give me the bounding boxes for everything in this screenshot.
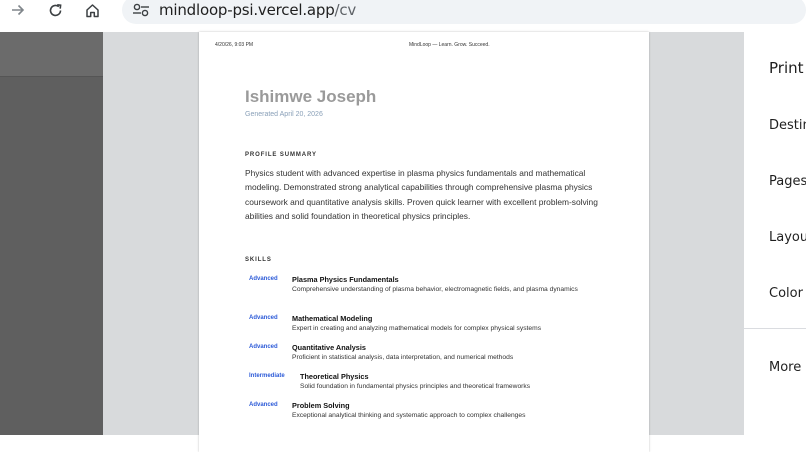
cv-generated-date: Generated April 20, 2026 bbox=[245, 111, 323, 118]
skill-description: Proficient in statistical analysis, data… bbox=[292, 354, 514, 361]
destination-label: Destin bbox=[769, 118, 806, 133]
skill-name: Problem Solving bbox=[292, 401, 350, 410]
arrow-right-icon bbox=[12, 4, 25, 16]
page-timestamp: 4/20/26, 9:03 PM bbox=[215, 42, 254, 48]
reload-icon bbox=[49, 3, 61, 16]
home-button[interactable] bbox=[82, 0, 102, 20]
profile-summary-title: PROFILE SUMMARY bbox=[245, 152, 317, 158]
url-text: mindloop-psi.vercel.app/cv bbox=[159, 1, 356, 19]
url-path: /cv bbox=[334, 1, 357, 19]
cv-name: Ishimwe Joseph bbox=[245, 87, 377, 106]
pages-label: Pages bbox=[769, 174, 806, 189]
skill-description: Expert in creating and analyzing mathema… bbox=[292, 325, 542, 332]
browser-toolbar: mindloop-psi.vercel.app/cv bbox=[0, 0, 806, 32]
skill-level: Advanced bbox=[249, 276, 278, 282]
preview-page: 4/20/26, 9:03 PM MindLoop — Learn. Grow.… bbox=[199, 32, 649, 452]
url-host: mindloop-psi.vercel.app bbox=[159, 1, 335, 19]
skill-description: Exceptional analytical thinking and syst… bbox=[292, 412, 526, 419]
skill-level: Advanced bbox=[249, 402, 278, 408]
home-icon bbox=[85, 3, 99, 17]
skill-level: Intermediate bbox=[249, 373, 285, 379]
forward-button[interactable] bbox=[8, 0, 28, 20]
skill-name: Plasma Physics Fundamentals bbox=[292, 275, 399, 284]
skill-level: Advanced bbox=[249, 344, 278, 350]
layout-label: Layou bbox=[769, 230, 806, 245]
print-title: Print bbox=[769, 59, 804, 77]
skill-item: Advanced Plasma Physics Fundamentals Com… bbox=[245, 275, 601, 307]
profile-summary-text: Physics student with advanced expertise … bbox=[245, 168, 598, 222]
more-settings-toggle[interactable]: More s bbox=[769, 360, 806, 375]
skill-level: Advanced bbox=[249, 315, 278, 321]
skills-title: SKILLS bbox=[245, 257, 272, 263]
left-sidebar-header bbox=[0, 32, 103, 77]
skill-description: Comprehensive understanding of plasma be… bbox=[292, 286, 578, 293]
skill-name: Theoretical Physics bbox=[300, 372, 369, 381]
settings-divider bbox=[744, 328, 806, 329]
reload-button[interactable] bbox=[45, 0, 65, 20]
skill-name: Quantitative Analysis bbox=[292, 343, 366, 352]
skill-description: Solid foundation in fundamental physics … bbox=[300, 383, 531, 390]
site-settings-icon[interactable] bbox=[132, 2, 150, 18]
page-site-title: MindLoop — Learn. Grow. Succeed. bbox=[409, 42, 490, 48]
address-bar[interactable]: mindloop-psi.vercel.app/cv bbox=[122, 0, 806, 24]
left-sidebar bbox=[0, 32, 103, 435]
skill-name: Mathematical Modeling bbox=[292, 314, 373, 323]
print-settings-panel: Print Destin Pages Layou Color More s bbox=[744, 32, 806, 435]
color-label: Color bbox=[769, 286, 803, 301]
